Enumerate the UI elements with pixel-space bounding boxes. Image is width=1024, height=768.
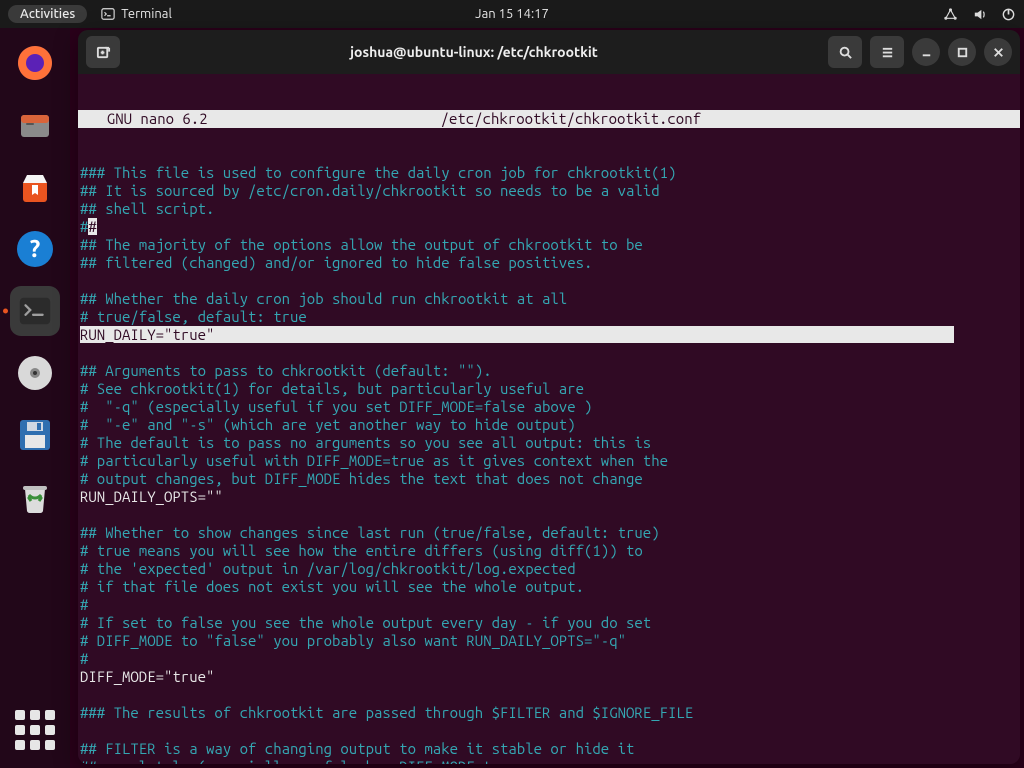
terminal-icon (101, 7, 115, 21)
editor-line[interactable] (80, 686, 1020, 704)
editor-line[interactable]: # "-q" (especially useful if you set DIF… (80, 398, 1020, 416)
volume-icon[interactable] (972, 7, 987, 22)
minimize-icon (919, 45, 934, 60)
editor-line[interactable]: # the 'expected' output in /var/log/chkr… (80, 560, 1020, 578)
dock-save[interactable] (10, 410, 60, 460)
editor-line[interactable]: # particularly useful with DIFF_MODE=tru… (80, 452, 1020, 470)
editor-line[interactable]: RUN_DAILY_OPTS="" (80, 488, 1020, 506)
dock-trash[interactable] (10, 472, 60, 522)
editor-line[interactable]: ## It is sourced by /etc/cron.daily/chkr… (80, 182, 1020, 200)
editor-line[interactable]: # See chkrootkit(1) for details, but par… (80, 380, 1020, 398)
dock-disc[interactable] (10, 348, 60, 398)
maximize-icon (955, 45, 970, 60)
editor-line[interactable]: ### The results of chkrootkit are passed… (80, 704, 1020, 722)
editor-line[interactable]: ## completely (especially useful when DI… (80, 758, 1020, 764)
hamburger-icon (880, 45, 895, 60)
svg-text:?: ? (30, 235, 41, 262)
editor-line[interactable]: ## Arguments to pass to chkrootkit (defa… (80, 362, 1020, 380)
editor-line[interactable]: ### This file is used to configure the d… (80, 164, 1020, 182)
editor-line[interactable]: ## Whether to show changes since last ru… (80, 524, 1020, 542)
terminal-content[interactable]: GNU nano 6.2 /etc/chkrootkit/chkrootkit.… (78, 74, 1020, 764)
minimize-button[interactable] (912, 38, 940, 66)
dock-software[interactable] (10, 162, 60, 212)
editor-line[interactable]: ## (80, 218, 1020, 236)
clock[interactable]: Jan 15 14:17 (475, 7, 549, 21)
editor-line[interactable] (80, 344, 1020, 362)
editor-line[interactable]: # if that file does not exist you will s… (80, 578, 1020, 596)
editor-line[interactable]: # If set to false you see the whole outp… (80, 614, 1020, 632)
search-button[interactable] (828, 36, 862, 68)
editor-line[interactable]: # DIFF_MODE to "false" you probably also… (80, 632, 1020, 650)
editor-line[interactable]: # The default is to pass no arguments so… (80, 434, 1020, 452)
editor-line[interactable]: # (80, 596, 1020, 614)
window-title: joshua@ubuntu-linux: /etc/chkrootkit (126, 44, 822, 60)
close-button[interactable] (984, 38, 1012, 66)
dock-terminal[interactable] (10, 286, 60, 336)
maximize-button[interactable] (948, 38, 976, 66)
editor-line[interactable] (80, 272, 1020, 290)
editor-line[interactable]: # "-e" and "-s" (which are yet another w… (80, 416, 1020, 434)
close-icon (991, 45, 1006, 60)
editor-line[interactable]: ## shell script. (80, 200, 1020, 218)
dock-firefox[interactable] (10, 38, 60, 88)
editor-line[interactable]: ## filtered (changed) and/or ignored to … (80, 254, 1020, 272)
editor-line[interactable]: # true/false, default: true (80, 308, 1020, 326)
editor-line[interactable]: # output changes, but DIFF_MODE hides th… (80, 470, 1020, 488)
activities-button[interactable]: Activities (8, 5, 87, 23)
editor-line[interactable]: # true means you will see how the entire… (80, 542, 1020, 560)
nano-titlebar: GNU nano 6.2 /etc/chkrootkit/chkrootkit.… (78, 110, 1020, 128)
editor-line[interactable] (80, 506, 1020, 524)
search-icon (838, 45, 853, 60)
editor-line[interactable]: DIFF_MODE="true" (80, 668, 1020, 686)
dock-help[interactable]: ? (10, 224, 60, 274)
editor-line[interactable]: ## Whether the daily cron job should run… (80, 290, 1020, 308)
nano-file-path: /etc/chkrootkit/chkrootkit.conf (216, 110, 926, 128)
dock: ? (0, 28, 70, 768)
editor-line[interactable]: ## FILTER is a way of changing output to… (80, 740, 1020, 758)
network-icon[interactable] (943, 7, 958, 22)
nano-editor-body[interactable]: ### This file is used to configure the d… (78, 164, 1020, 764)
gnome-top-panel: Activities Terminal Jan 15 14:17 (0, 0, 1024, 28)
terminal-window: joshua@ubuntu-linux: /etc/chkrootkit GNU… (78, 30, 1020, 764)
editor-line[interactable]: # (80, 650, 1020, 668)
power-icon[interactable] (1001, 7, 1016, 22)
show-applications-button[interactable] (15, 710, 55, 750)
dock-files[interactable] (10, 100, 60, 150)
focused-app-name: Terminal (121, 7, 172, 21)
editor-line[interactable]: RUN_DAILY="true" (80, 326, 1020, 344)
focused-app-indicator[interactable]: Terminal (101, 7, 172, 21)
nano-app-label: GNU nano 6.2 (82, 110, 216, 128)
window-titlebar: joshua@ubuntu-linux: /etc/chkrootkit (78, 30, 1020, 74)
hamburger-menu-button[interactable] (870, 36, 904, 68)
editor-line[interactable]: ## The majority of the options allow the… (80, 236, 1020, 254)
new-tab-button[interactable] (86, 36, 120, 68)
editor-line[interactable] (80, 722, 1020, 740)
